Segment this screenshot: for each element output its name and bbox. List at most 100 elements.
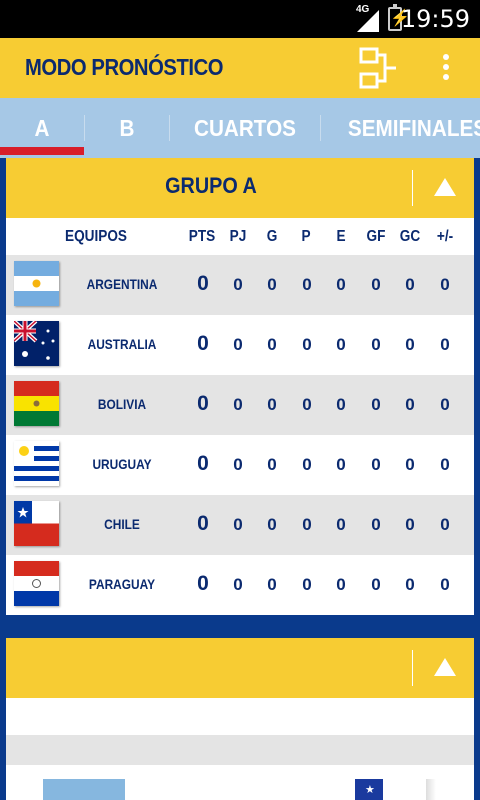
argentina-flag <box>14 261 59 306</box>
table-row[interactable]: BOLIVIA 0 0 0 0 0 0 0 0 <box>6 375 474 435</box>
group-a-card: GRUPO A EQUIPOS PTS PJ G P E GF GC +/- A… <box>6 158 474 615</box>
table-row[interactable]: PARAGUAY 0 0 0 0 0 0 0 0 <box>6 555 474 615</box>
pj-value: 0 <box>233 335 243 354</box>
table-row[interactable]: AUSTRALIA 0 0 0 0 0 0 0 0 <box>6 315 474 375</box>
gc-value: 0 <box>405 455 415 474</box>
team-name: URUGUAY <box>92 456 152 472</box>
team-name: BOLIVIA <box>97 396 147 412</box>
g-value: 0 <box>267 455 277 474</box>
diff-value: 0 <box>440 455 450 474</box>
g-value: 0 <box>267 335 277 354</box>
col-p: P <box>301 228 311 245</box>
col-diff: +/- <box>436 228 454 245</box>
divider <box>412 170 413 206</box>
e-value: 0 <box>336 395 346 414</box>
g-value: 0 <box>267 275 277 294</box>
gf-value: 0 <box>371 335 381 354</box>
gc-value: 0 <box>405 275 415 294</box>
group-b-card: ★ <box>6 638 474 800</box>
pts-value: 0 <box>197 512 209 535</box>
status-bar: 4G ⚡ 19:59 <box>0 0 480 38</box>
table-row[interactable]: ARGENTINA 0 0 0 0 0 0 0 0 <box>6 255 474 315</box>
tab-separator <box>84 115 85 141</box>
signal-icon <box>357 10 379 32</box>
p-value: 0 <box>302 455 312 474</box>
diff-value: 0 <box>440 575 450 594</box>
tab-b[interactable]: B <box>89 98 165 158</box>
standings-header: EQUIPOS PTS PJ G P E GF GC +/- <box>6 218 474 255</box>
pts-value: 0 <box>197 392 209 415</box>
p-value: 0 <box>302 515 312 534</box>
e-value: 0 <box>336 275 346 294</box>
collapse-arrow-icon[interactable] <box>434 658 456 676</box>
australia-flag <box>14 321 59 366</box>
e-value: 0 <box>336 575 346 594</box>
tab-cuartos[interactable]: CUARTOS <box>178 98 313 158</box>
diff-value: 0 <box>440 395 450 414</box>
e-value: 0 <box>336 335 346 354</box>
pts-value: 0 <box>197 572 209 595</box>
team-name: AUSTRALIA <box>87 336 157 352</box>
team-name: ARGENTINA <box>86 276 158 292</box>
diff-value: 0 <box>440 515 450 534</box>
e-value: 0 <box>336 515 346 534</box>
pts-value: 0 <box>197 452 209 475</box>
tab-separator <box>320 115 321 141</box>
divider <box>412 650 413 686</box>
overflow-menu-icon[interactable] <box>436 54 456 84</box>
pts-value: 0 <box>197 272 209 295</box>
e-value: 0 <box>336 455 346 474</box>
bracket-icon[interactable] <box>358 47 398 89</box>
gf-value: 0 <box>371 455 381 474</box>
team-name: CHILE <box>104 516 140 532</box>
clock: 19:59 <box>400 5 470 33</box>
col-pts: PTS <box>188 228 216 245</box>
gf-value: 0 <box>371 275 381 294</box>
col-g: G <box>266 228 278 245</box>
app-title: MODO PRONÓSTICO <box>25 54 224 80</box>
pj-value: 0 <box>233 455 243 474</box>
g-value: 0 <box>267 395 277 414</box>
gf-value: 0 <box>371 575 381 594</box>
group-header[interactable]: GRUPO A <box>6 158 474 218</box>
p-value: 0 <box>302 395 312 414</box>
diff-value: 0 <box>440 275 450 294</box>
flag <box>426 779 436 800</box>
gc-value: 0 <box>405 575 415 594</box>
tab-semifinales[interactable]: SEMIFINALES <box>339 98 480 158</box>
g-value: 0 <box>267 575 277 594</box>
paraguay-flag <box>14 561 59 606</box>
gc-value: 0 <box>405 335 415 354</box>
group-title: GRUPO A <box>165 173 257 198</box>
gf-value: 0 <box>371 395 381 414</box>
diff-value: 0 <box>440 335 450 354</box>
pts-value: 0 <box>197 332 209 355</box>
standings-header <box>6 698 474 735</box>
uruguay-flag <box>14 441 59 486</box>
col-equipos: EQUIPOS <box>65 228 127 245</box>
flag <box>43 779 125 800</box>
g-value: 0 <box>267 515 277 534</box>
pj-value: 0 <box>233 275 243 294</box>
p-value: 0 <box>302 335 312 354</box>
col-e: E <box>336 228 346 245</box>
collapse-arrow-icon[interactable] <box>434 178 456 196</box>
chile-flag <box>14 501 59 546</box>
p-value: 0 <box>302 275 312 294</box>
pj-value: 0 <box>233 395 243 414</box>
table-row[interactable]: CHILE 0 0 0 0 0 0 0 0 <box>6 495 474 555</box>
pj-value: 0 <box>233 515 243 534</box>
pj-value: 0 <box>233 575 243 594</box>
col-gc: GC <box>399 228 421 245</box>
selected-tab-indicator <box>0 147 84 155</box>
table-row[interactable] <box>6 735 474 765</box>
col-gf: GF <box>366 228 386 245</box>
gc-value: 0 <box>405 395 415 414</box>
flag: ★ <box>355 779 383 800</box>
tab-separator <box>169 115 170 141</box>
team-name: PARAGUAY <box>88 576 156 592</box>
group-header[interactable] <box>6 638 474 698</box>
table-row[interactable]: URUGUAY 0 0 0 0 0 0 0 0 <box>6 435 474 495</box>
app-bar: MODO PRONÓSTICO <box>0 38 480 98</box>
gc-value: 0 <box>405 515 415 534</box>
